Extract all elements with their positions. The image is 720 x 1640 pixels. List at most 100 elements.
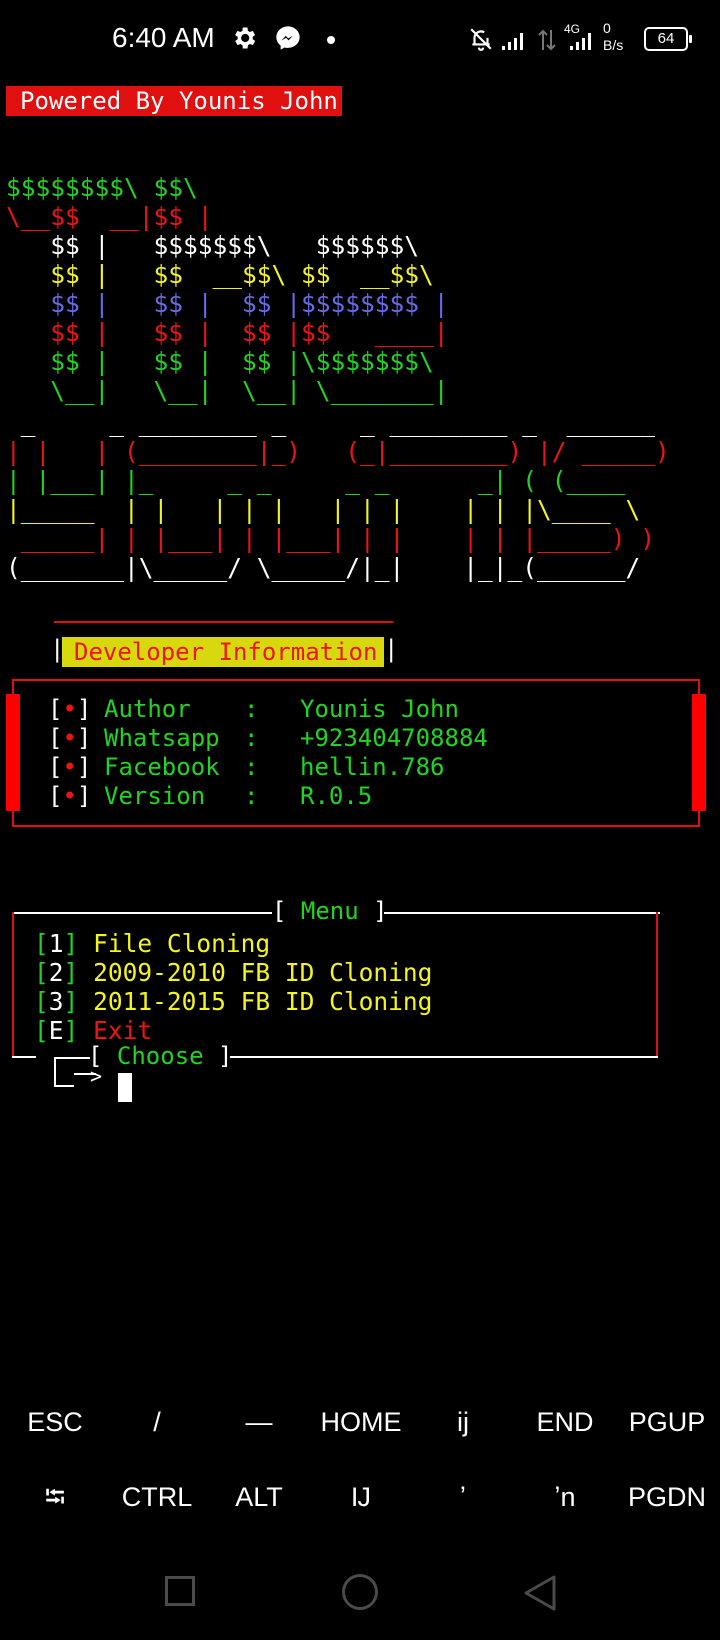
ascii-segment: | | | (________|_) (_|________) |/ _____… — [6, 437, 670, 466]
menu-item-1[interactable]: [1] File Cloning — [34, 929, 270, 958]
ascii-segment: $$ | $$ __$$\ $$ __$$\ — [6, 260, 434, 289]
menu-item-key: [2] — [34, 958, 79, 987]
ascii-segment: _ _ ________ _ _ ________ _ ______ — [6, 408, 656, 437]
frame-accent-left — [6, 694, 20, 811]
developer-info-label: Whatsapp — [104, 724, 220, 752]
extra-key-4-row-1[interactable]: HOME — [310, 1392, 412, 1452]
menu-item-e[interactable]: [E] Exit — [34, 1016, 152, 1045]
developer-info-row: [•] Author: Younis John — [48, 695, 459, 724]
prompt-arrowhead: > — [90, 1064, 103, 1088]
ascii-logo-bottom: _ _ ________ _ _ ________ _ ______ | | | … — [6, 408, 670, 582]
menu-item-label: Exit — [93, 1016, 153, 1045]
developer-info-label: Version — [104, 782, 206, 810]
menu-title: [ Menu ] — [272, 897, 388, 925]
bell-off-icon — [470, 28, 492, 51]
frame-accent-right — [692, 694, 706, 811]
menu-item-label: 2011-2015 FB ID Cloning — [93, 987, 433, 1016]
gear-icon — [235, 27, 256, 49]
messenger-icon — [276, 26, 300, 50]
menu-frame-bottom — [230, 1056, 658, 1058]
ascii-line: $$$$$$$$\ $$\ — [6, 173, 449, 202]
developer-info-value: R.0.5 — [300, 782, 373, 810]
signal-icon — [570, 33, 591, 50]
extra-key-4-row-2[interactable]: Ĳ — [310, 1467, 412, 1527]
extra-key-6-row-2[interactable]: ʼn — [514, 1467, 616, 1527]
menu-frame-left — [12, 912, 14, 1058]
menu-frame-bottom — [12, 1056, 36, 1058]
ascii-segment: $$ | $$ | $$ |$$$$$$$$ | — [6, 289, 449, 318]
data-arrows-icon — [538, 29, 556, 51]
ascii-line: | | | (________|_) (_|________) |/ _____… — [6, 437, 670, 466]
bullet: [•] — [48, 695, 92, 723]
ascii-segment: \__$$ __|$$ | — [6, 202, 213, 231]
ascii-line: _____| | |___| | |___| | | | | |_____) ) — [6, 524, 670, 553]
separator: : — [244, 695, 259, 723]
frame-pipe: | — [384, 635, 399, 663]
developer-info-row: [•] Version: R.0.5 — [48, 782, 372, 811]
ascii-line: |_____ | | | | | | | | | | |\____ \ — [6, 495, 670, 524]
bullet: [•] — [48, 782, 92, 810]
extra-key-2-row-2[interactable]: CTRL — [106, 1467, 208, 1527]
extra-key-3-row-2[interactable]: ALT — [208, 1467, 310, 1527]
menu-item-label: File Cloning — [93, 929, 271, 958]
ascii-segment: $$ | $$ | $$ |\$$$$$$$\ — [6, 347, 434, 376]
ascii-line: _ _ ________ _ _ ________ _ ______ — [6, 408, 670, 437]
terminal-cursor[interactable] — [118, 1073, 132, 1102]
menu-frame-top — [12, 912, 272, 914]
prompt-line — [54, 1057, 74, 1087]
back-icon[interactable] — [522, 1573, 558, 1613]
menu-item-key: [1] — [34, 929, 79, 958]
ascii-line: $$ | $$ | $$ |\$$$$$$$\ — [6, 347, 449, 376]
menu-item-2[interactable]: [2] 2009-2010 FB ID Cloning — [34, 958, 432, 987]
home-icon[interactable] — [342, 1574, 378, 1610]
separator: : — [244, 753, 259, 781]
ascii-line: $$ | $$ | $$ |$$$$$$$$ | — [6, 289, 449, 318]
extra-key-3-row-1[interactable]: — — [208, 1392, 310, 1452]
status-time: 6:40 AM — [112, 22, 215, 53]
ascii-segment: _____| | |___| | |___| | | | | |_____) ) — [6, 524, 656, 553]
ascii-segment: | |___| |_ _ _ _ _ _| ( (____ — [6, 466, 626, 495]
ascii-segment: $$ | $$$$$$$\ $$$$$$\ — [6, 231, 420, 260]
extra-key-2-row-1[interactable]: / — [106, 1392, 208, 1452]
recent-apps-icon[interactable] — [165, 1576, 195, 1606]
developer-info-value: Younis John — [300, 695, 459, 723]
separator: : — [244, 782, 259, 810]
developer-info-label: Facebook — [104, 753, 220, 781]
battery-icon: 64 — [644, 27, 692, 51]
choose-prompt: [ Choose ] — [88, 1042, 233, 1070]
extra-key-1-row-1[interactable]: ESC — [4, 1392, 106, 1452]
powered-by-banner: Powered By Younis John — [6, 86, 342, 116]
ascii-line: $$ | $$ | $$ |$$ ____| — [6, 318, 448, 347]
developer-info-value: +923404708884 — [300, 724, 488, 752]
developer-info-label: Author — [104, 695, 191, 723]
status-bar: 6:40 AM 4G 0 B/s 64 — [0, 0, 720, 80]
ascii-line: $$ | $$$$$$$\ $$$$$$\ — [6, 231, 449, 260]
ascii-logo-top: $$$$$$$$\ $$\ \__$$ __|$$ | $$ | $$$$$$$\… — [6, 173, 449, 405]
extra-keys-bar: ESC / — HOME ij END PGUP ⭾ CTRL ALT Ĳ ʼ ʼn PGDN — [0, 1392, 720, 1542]
extra-key-5-row-2[interactable]: ʼ — [412, 1467, 514, 1527]
developer-info-value: hellin.786 — [300, 753, 445, 781]
developer-info-title: Developer Information — [62, 637, 384, 667]
bullet: [•] — [48, 724, 92, 752]
extra-key-7-row-2[interactable]: PGDN — [616, 1467, 718, 1527]
ascii-segment: |_____ | | | | | | | | | | |\____ \ — [6, 495, 641, 524]
extra-key-7-row-1[interactable]: PGUP — [616, 1392, 718, 1452]
ascii-segment: $$$$$$$$\ $$\ — [6, 173, 198, 202]
ascii-line: $$ | $$ __$$\ $$ __$$\ — [6, 260, 449, 289]
extra-key-1-row-2[interactable]: ⭾ — [4, 1467, 106, 1527]
menu-item-3[interactable]: [3] 2011-2015 FB ID Cloning — [34, 987, 432, 1016]
net-speed: 0 B/s — [603, 20, 624, 53]
extra-key-5-row-1[interactable]: ij — [412, 1392, 514, 1452]
ascii-line: | |___| |_ _ _ _ _ _| ( (____ — [6, 466, 670, 495]
menu-frame-top — [384, 912, 660, 914]
menu-frame-right — [656, 912, 658, 1058]
ascii-line: \__| \__| \__| \_______| — [6, 376, 449, 405]
ascii-line: \__$$ __|$$ | — [6, 202, 449, 231]
navigation-bar — [0, 1560, 720, 1640]
extra-key-6-row-1[interactable]: END — [514, 1392, 616, 1452]
separator: : — [244, 724, 259, 752]
ascii-segment: \__| \__| \__| \_______| — [6, 376, 449, 405]
bullet: [•] — [48, 753, 92, 781]
developer-info-row: [•] Facebook: hellin.786 — [48, 753, 445, 782]
signal-icon — [502, 33, 523, 50]
